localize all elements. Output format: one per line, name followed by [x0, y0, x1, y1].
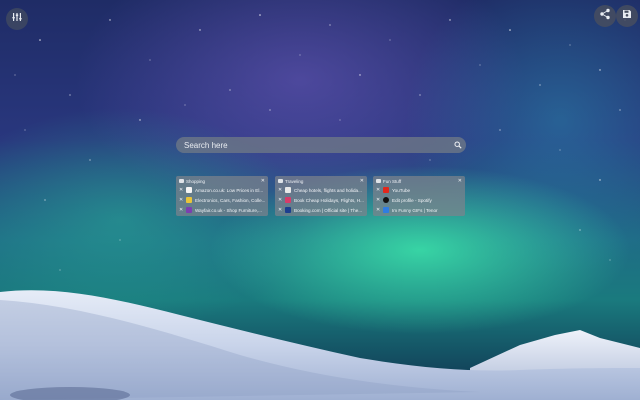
bookmark-link[interactable]: ✕ Electronics, Cars, Fashion, Colle... [176, 195, 268, 205]
bookmark-link[interactable]: ✕ Cheap hotels, flights and holida... [275, 185, 367, 195]
save-button[interactable] [616, 5, 638, 27]
group-title: Fun Stuff [383, 178, 402, 184]
remove-link-icon[interactable]: ✕ [376, 197, 382, 203]
close-group-icon[interactable]: ✕ [261, 178, 265, 184]
remove-link-icon[interactable]: ✕ [179, 197, 185, 203]
favicon-icon [285, 187, 291, 193]
remove-link-icon[interactable]: ✕ [376, 207, 382, 213]
remove-link-icon[interactable]: ✕ [278, 187, 284, 193]
link-label: Amazon.co.uk: Low Prices in El... [195, 187, 264, 193]
link-label: Cheap hotels, flights and holida... [294, 187, 362, 193]
search-bar [176, 137, 466, 153]
favicon-icon [186, 187, 192, 193]
bookmark-link[interactable]: ✕ Im Funny GIFs | Tenor [373, 205, 465, 215]
group-title: Shopping [186, 178, 206, 184]
group-header: Fun Stuff ✕ [373, 177, 465, 185]
remove-link-icon[interactable]: ✕ [179, 207, 185, 213]
bookmark-link[interactable]: ✕ YouTube [373, 185, 465, 195]
search-input[interactable] [176, 137, 450, 153]
favicon-icon [383, 187, 389, 193]
link-label: Edit profile - Spotify [392, 197, 432, 203]
sliders-icon [11, 10, 23, 28]
favicon-icon [383, 207, 389, 213]
bookmark-link[interactable]: ✕ Booking.com | Official site | The... [275, 205, 367, 215]
favicon-icon [186, 197, 192, 203]
bookmark-group-fun-stuff: Fun Stuff ✕ ✕ YouTube ✕ Edit profile - S… [373, 176, 465, 216]
favicon-icon [285, 197, 291, 203]
link-label: Booking.com | Official site | The... [294, 207, 363, 213]
bookmark-link[interactable]: ✕ Wayfair.co.uk - Shop Furniture,... [176, 205, 268, 215]
remove-link-icon[interactable]: ✕ [278, 207, 284, 213]
group-title: Traveling [285, 178, 304, 184]
link-label: Wayfair.co.uk - Shop Furniture,... [195, 207, 262, 213]
share-button[interactable] [594, 5, 616, 27]
bookmark-link[interactable]: ✕ Book Cheap Holidays, Flights, H... [275, 195, 367, 205]
link-label: Electronics, Cars, Fashion, Colle... [195, 197, 265, 203]
share-icon [599, 7, 611, 25]
favicon-icon [186, 207, 192, 213]
close-group-icon[interactable]: ✕ [458, 178, 462, 184]
bookmark-link[interactable]: ✕ Amazon.co.uk: Low Prices in El... [176, 185, 268, 195]
search-icon[interactable] [450, 137, 466, 153]
link-label: Book Cheap Holidays, Flights, H... [294, 197, 364, 203]
remove-link-icon[interactable]: ✕ [278, 197, 284, 203]
group-header: Traveling ✕ [275, 177, 367, 185]
save-icon [621, 7, 633, 25]
link-label: Im Funny GIFs | Tenor [392, 207, 438, 213]
favicon-icon [285, 207, 291, 213]
folder-icon [179, 179, 184, 183]
settings-button[interactable] [6, 8, 28, 30]
group-header: Shopping ✕ [176, 177, 268, 185]
bookmark-link[interactable]: ✕ Edit profile - Spotify [373, 195, 465, 205]
remove-link-icon[interactable]: ✕ [376, 187, 382, 193]
bookmark-group-shopping: Shopping ✕ ✕ Amazon.co.uk: Low Prices in… [176, 176, 268, 216]
folder-icon [376, 179, 381, 183]
link-label: YouTube [392, 187, 411, 193]
remove-link-icon[interactable]: ✕ [179, 187, 185, 193]
favicon-icon [383, 197, 389, 203]
close-group-icon[interactable]: ✕ [360, 178, 364, 184]
folder-icon [278, 179, 283, 183]
bookmark-group-traveling: Traveling ✕ ✕ Cheap hotels, flights and … [275, 176, 367, 216]
